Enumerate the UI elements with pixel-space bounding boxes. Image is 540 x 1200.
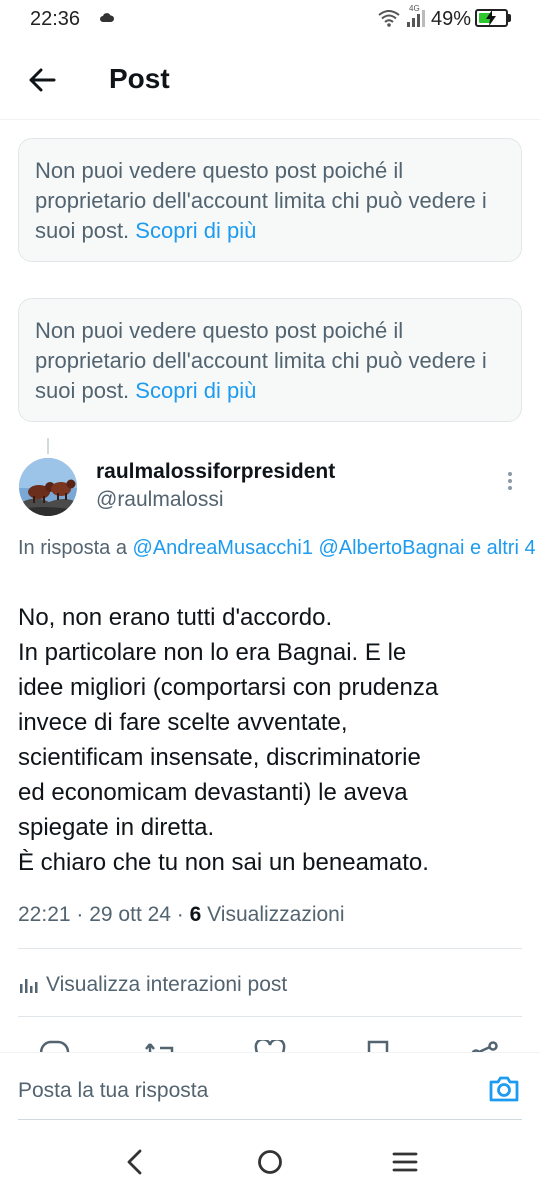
camera-icon[interactable] [488, 1075, 520, 1103]
post-text-line: scientificam insensate, discriminatorie [18, 744, 421, 771]
back-button[interactable] [24, 62, 60, 98]
post-text-line: invece di fare scelte avventate, [18, 709, 348, 736]
page-title: Post [109, 63, 170, 94]
status-time: 22:36 [30, 8, 81, 30]
divider [18, 948, 522, 949]
reply-input[interactable]: Posta la tua risposta [18, 1079, 208, 1103]
views-label: Visualizzazioni [207, 903, 345, 926]
post-meta: 22:21 · 29 ott 24 · 6 Visualizzazioni [18, 903, 345, 926]
post-text-line: No, non erano tutti d'accordo. [18, 604, 333, 631]
learn-more-link[interactable]: Scopri di più [135, 218, 256, 243]
arrow-left-icon [29, 68, 56, 92]
reply-context: In risposta a @AndreaMusacchi1 @AlbertoB… [18, 533, 540, 563]
post-text-line: idee migliori (comportarsi con prudenza [18, 674, 439, 701]
thread-connector [47, 438, 49, 454]
more-vertical-icon [500, 472, 520, 490]
post-text-line: spiegate in diretta. [18, 814, 215, 841]
reply-icon[interactable] [38, 1040, 70, 1052]
bar-chart-icon [20, 979, 38, 993]
post-date: 29 ott 24 [89, 903, 171, 926]
composer-underline [18, 1119, 522, 1120]
view-interactions-label: Visualizza interazioni post [46, 973, 288, 996]
more-mentions-link[interactable]: e altri 4 [470, 537, 536, 559]
reply-composer: Posta la tua risposta [0, 1052, 540, 1122]
view-interactions-button[interactable]: Visualizza interazioni post [18, 968, 287, 1002]
battery-tip [508, 14, 511, 22]
post-options-button[interactable] [500, 470, 520, 494]
nav-back-icon[interactable] [124, 1148, 146, 1176]
wifi-icon [378, 10, 400, 27]
reply-prefix: In risposta a [18, 537, 133, 559]
app-header: Post [0, 40, 540, 120]
learn-more-link[interactable]: Scopri di più [135, 378, 256, 403]
share-icon[interactable] [470, 1040, 500, 1052]
avatar[interactable] [19, 458, 77, 516]
bookmark-icon[interactable] [366, 1040, 390, 1052]
mention-link[interactable]: @AndreaMusacchi1 [133, 537, 313, 559]
signal-icon [407, 10, 425, 27]
nav-recents-icon[interactable] [392, 1148, 418, 1176]
restricted-post-notice: Non puoi vedere questo post poiché il pr… [18, 138, 522, 262]
nav-home-icon[interactable] [257, 1148, 283, 1176]
post-time: 22:21 [18, 903, 71, 926]
post-text-line: ed economicam devastanti) le aveva [18, 779, 408, 806]
restricted-post-notice: Non puoi vedere questo post poiché il pr… [18, 298, 522, 422]
notice-text: Non puoi vedere questo post poiché il pr… [35, 158, 487, 243]
avatar-image [19, 458, 77, 516]
post-text: No, non erano tutti d'accordo. In partic… [18, 600, 528, 880]
divider [18, 1016, 522, 1017]
post-text-line: È chiaro che tu non sai un beneamato. [18, 849, 429, 876]
views-count: 6 [189, 903, 202, 926]
status-bar: 22:36 4G 49% [0, 0, 540, 40]
post-actions [0, 1036, 540, 1052]
post-text-line: In particolare non lo era Bagnai. E le [18, 639, 407, 666]
charging-bolt-icon [486, 10, 496, 26]
heart-icon[interactable] [254, 1040, 286, 1052]
notice-text: Non puoi vedere questo post poiché il pr… [35, 318, 487, 403]
author-handle[interactable]: @raulmalossi [96, 488, 224, 512]
repost-icon[interactable] [144, 1040, 178, 1052]
author-display-name[interactable]: raulmalossiforpresident [96, 460, 335, 484]
cloud-icon [100, 13, 114, 22]
mention-link[interactable]: @AlbertoBagnai [318, 537, 464, 559]
system-navigation-bar [0, 1122, 540, 1200]
battery-percent: 49% [431, 8, 472, 30]
